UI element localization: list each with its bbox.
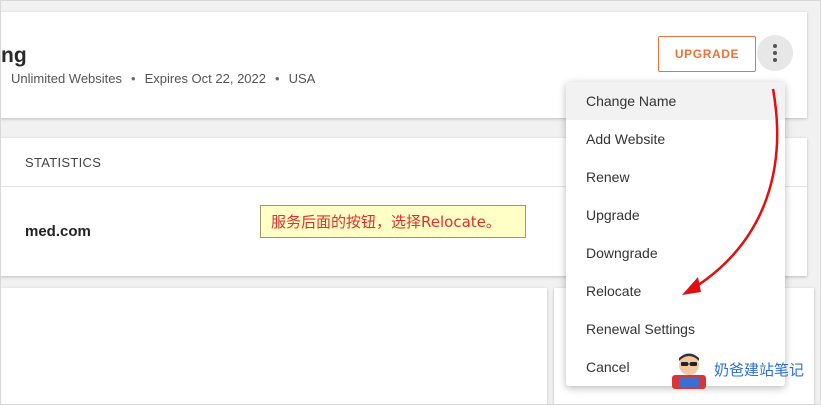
more-options-icon[interactable] (757, 35, 793, 71)
watermark: 奶爸建站笔记 (668, 349, 804, 389)
menu-item-change-name[interactable]: Change Name (566, 82, 785, 120)
menu-item-renew[interactable]: Renew (566, 158, 785, 196)
menu-item-downgrade[interactable]: Downgrade (566, 234, 785, 272)
avatar-icon (672, 353, 706, 389)
tab-statistics[interactable]: STATISTICS (25, 155, 101, 170)
lower-card (1, 288, 547, 404)
website-domain[interactable]: med.com (25, 223, 91, 240)
plan-meta: Unlimited Websites • Expires Oct 22, 2022 •… (11, 71, 315, 86)
menu-item-relocate[interactable]: Relocate (566, 272, 785, 310)
menu-item-renewal-settings[interactable]: Renewal Settings (566, 310, 785, 348)
plan-title: ng (1, 44, 27, 67)
server-location: USA (288, 71, 316, 86)
service-actions-menu: Change Name Add Website Renew Upgrade Do… (566, 82, 785, 386)
watermark-text: 奶爸建站笔记 (714, 360, 805, 379)
menu-item-add-website[interactable]: Add Website (566, 120, 785, 158)
annotation-note: 服务后面的按钮，选择Relocate。 (260, 205, 526, 238)
app-frame: ng Unlimited Websites • Expires Oct 22, 20… (0, 0, 821, 405)
separator-dot: • (275, 71, 280, 86)
websites-count: Unlimited Websites (11, 71, 123, 86)
upgrade-button[interactable]: UPGRADE (658, 36, 756, 72)
separator-dot: • (131, 71, 136, 86)
expiry-date: Expires Oct 22, 2022 (144, 71, 266, 86)
menu-item-upgrade[interactable]: Upgrade (566, 196, 785, 234)
